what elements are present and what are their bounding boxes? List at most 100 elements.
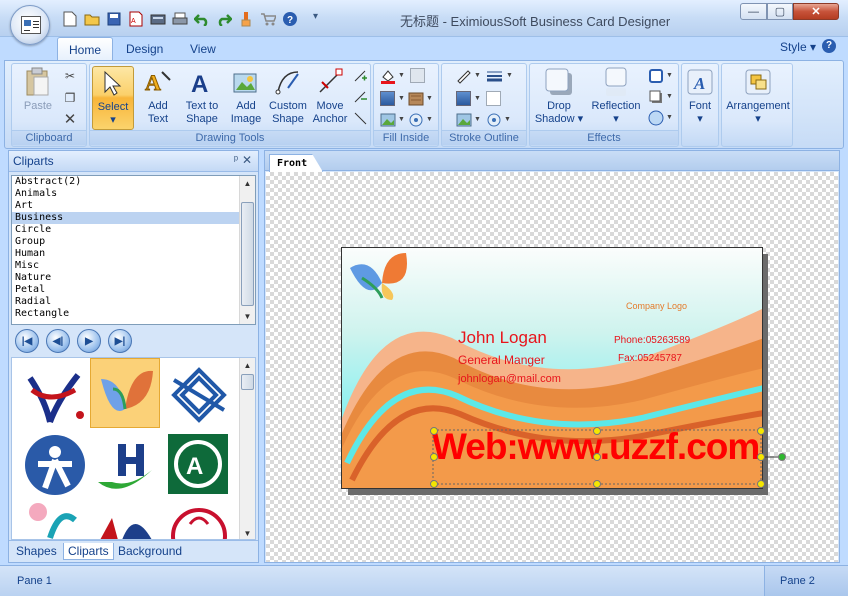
delete-icon[interactable]: ✕ [62,111,78,128]
card-name[interactable]: John Logan [458,328,547,348]
fill-texture-dropdown[interactable]: ▼ [426,95,433,102]
scroll-thumb[interactable] [241,202,254,306]
effect-shadow-icon[interactable] [648,89,664,105]
stroke-width-dropdown[interactable]: ▼ [506,72,513,79]
close-button[interactable]: ✕ [793,3,839,20]
font-button[interactable]: A Font ▾ [678,66,722,130]
cut-icon[interactable]: ✂ [62,68,78,84]
save-icon[interactable] [104,10,123,28]
resize-handle[interactable] [757,453,765,461]
scroll-down-icon[interactable]: ▼ [240,309,255,324]
brush-icon[interactable] [236,10,255,28]
fill-image-dropdown[interactable]: ▼ [398,116,405,123]
company-logo-text[interactable]: Company Logo [626,301,687,311]
resize-handle[interactable] [593,480,601,488]
stroke-image-dropdown[interactable]: ▼ [474,116,481,123]
resize-handle[interactable] [757,480,765,488]
stroke-width-icon[interactable] [486,68,502,84]
list-item[interactable]: Human [12,248,255,260]
effect-glow-icon[interactable] [648,110,664,126]
print-icon[interactable] [170,10,189,28]
card-job-title[interactable]: General Manger [458,353,545,367]
stroke-none-swatch[interactable] [486,91,501,106]
effect-outline-dropdown[interactable]: ▼ [666,72,673,79]
clipart-thumbnail[interactable] [20,502,90,539]
stroke-gradient-swatch[interactable] [456,91,471,106]
style-menu[interactable]: Style ▾ [780,40,816,54]
list-item[interactable]: Art [12,200,255,212]
clipart-thumbnail[interactable] [90,502,160,539]
add-text-button[interactable]: A Add Text [136,66,180,130]
copy-icon[interactable]: ❐ [62,90,78,106]
fill-color-icon[interactable] [380,68,396,84]
add-anchor-icon[interactable] [352,68,368,84]
fill-color-dropdown[interactable]: ▼ [398,72,405,79]
rotate-handle[interactable] [778,453,786,461]
pin-icon[interactable]: ᵖ [234,154,238,166]
category-list[interactable]: Abstract(2) Animals Art Business Circle … [11,175,256,325]
stroke-gradient-dropdown[interactable]: ▼ [474,95,481,102]
stroke-color-icon[interactable] [456,68,472,84]
effect-outline-icon[interactable] [648,68,664,84]
open-icon[interactable] [82,10,101,28]
list-item[interactable]: Nature [12,272,255,284]
first-page-button[interactable]: |◀ [15,329,39,353]
fill-gradient-dropdown[interactable]: ▼ [398,95,405,102]
custom-shape-button[interactable]: Custom Shape [266,66,310,130]
drop-shadow-button[interactable]: Drop Shadow ▾ [532,66,586,130]
fill-none-swatch[interactable] [410,68,425,83]
resize-handle[interactable] [593,453,601,461]
tab-background[interactable]: Background [114,543,186,560]
stroke-image-icon[interactable] [456,112,472,128]
clipart-thumbnail[interactable] [20,430,90,500]
business-card[interactable]: Company Logo John Logan General Manger j… [341,247,763,489]
arrangement-button[interactable]: Arrangement ▾ [724,66,792,130]
text-to-shape-button[interactable]: A Text to Shape [180,66,224,130]
scroll-up-icon[interactable]: ▲ [240,176,255,191]
design-canvas[interactable]: Company Logo John Logan General Manger j… [266,172,838,562]
card-fax[interactable]: Fax:05245787 [618,353,682,364]
next-page-button[interactable]: ▶ [77,329,101,353]
application-menu-button[interactable] [10,5,50,45]
fill-pattern-dropdown[interactable]: ▼ [426,116,433,123]
tab-home[interactable]: Home [57,37,114,61]
remove-anchor-icon[interactable] [352,89,368,105]
new-icon[interactable] [60,10,79,28]
scan-icon[interactable] [148,10,167,28]
list-item[interactable]: Circle [12,224,255,236]
clipart-thumbnail[interactable] [20,360,90,430]
add-image-button[interactable]: Add Image [224,66,268,130]
stroke-pattern-dropdown[interactable]: ▼ [504,116,511,123]
card-phone[interactable]: Phone:05263589 [614,335,690,346]
effect-glow-dropdown[interactable]: ▼ [666,114,673,121]
undo-icon[interactable] [192,10,211,28]
resize-handle[interactable] [757,427,765,435]
scroll-down-icon[interactable]: ▼ [240,526,255,539]
resize-handle[interactable] [430,453,438,461]
clipart-thumbnail-selected[interactable] [90,358,160,428]
category-scrollbar[interactable]: ▲ ▼ [239,176,255,324]
pdf-icon[interactable]: A [126,10,145,28]
effect-shadow-dropdown[interactable]: ▼ [666,93,673,100]
help-icon[interactable]: ? [280,10,299,28]
clipart-thumbnail[interactable] [90,430,160,500]
list-item[interactable]: Abstract(2) [12,176,255,188]
clipart-thumbnail[interactable] [164,360,234,430]
list-item[interactable]: Radial [12,296,255,308]
tab-shapes[interactable]: Shapes [12,543,61,560]
tab-front[interactable]: Front [269,154,323,172]
tab-view[interactable]: View [179,37,227,61]
tab-cliparts[interactable]: Cliparts [63,543,114,560]
maximize-button[interactable]: ▢ [767,3,793,20]
move-anchor-button[interactable]: Move Anchor [308,66,352,130]
card-email[interactable]: johnlogan@mail.com [458,373,561,385]
clipart-thumbnail[interactable] [164,502,234,539]
clipart-thumbnail[interactable]: A [164,430,234,500]
select-button[interactable]: Select ▾ [92,66,134,130]
stroke-pattern-icon[interactable] [486,112,502,128]
help-icon[interactable]: ? [822,39,836,53]
convert-anchor-icon[interactable] [352,110,368,126]
last-page-button[interactable]: ▶| [108,329,132,353]
paste-button[interactable]: Paste [16,66,60,130]
fill-image-icon[interactable] [380,112,396,128]
